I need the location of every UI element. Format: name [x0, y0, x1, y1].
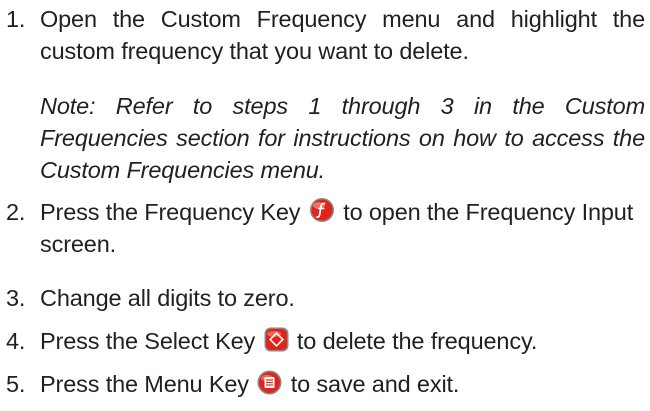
note-text: Note: Refer to steps 1 through 3 in the …: [40, 93, 645, 183]
step-text-before: Press the Frequency Key: [40, 199, 301, 225]
select-key-icon: [264, 327, 289, 352]
step-1: 1. Open the Custom Frequency menu and hi…: [0, 3, 645, 67]
step-number: 1.: [6, 6, 26, 32]
menu-key-icon: [257, 370, 282, 395]
frequency-key-icon: [309, 197, 335, 223]
step-number: 2.: [6, 199, 26, 225]
step-text-before: Press the Menu Key: [40, 371, 249, 397]
step-text-after: to delete the frequency.: [296, 328, 538, 354]
step-5: 5. Press the Menu Key to save and exit.: [0, 368, 645, 400]
step-2: 2. Press the Frequency Key to open the F…: [0, 196, 645, 260]
step-3: 3. Change all digits to zero.: [0, 282, 645, 314]
step-number: 4.: [6, 328, 26, 354]
step-text-after: to save and exit.: [290, 371, 460, 397]
step-text-before: Press the Select Key: [40, 328, 256, 354]
step-number: 5.: [6, 371, 26, 397]
step-4: 4. Press the Select Key to delete the fr…: [0, 325, 645, 357]
instructions-document: 1. Open the Custom Frequency menu and hi…: [0, 0, 650, 411]
step-number: 3.: [6, 285, 26, 311]
step-text: Open the Custom Frequency menu and highl…: [40, 6, 645, 64]
step-text: Change all digits to zero.: [40, 285, 295, 311]
